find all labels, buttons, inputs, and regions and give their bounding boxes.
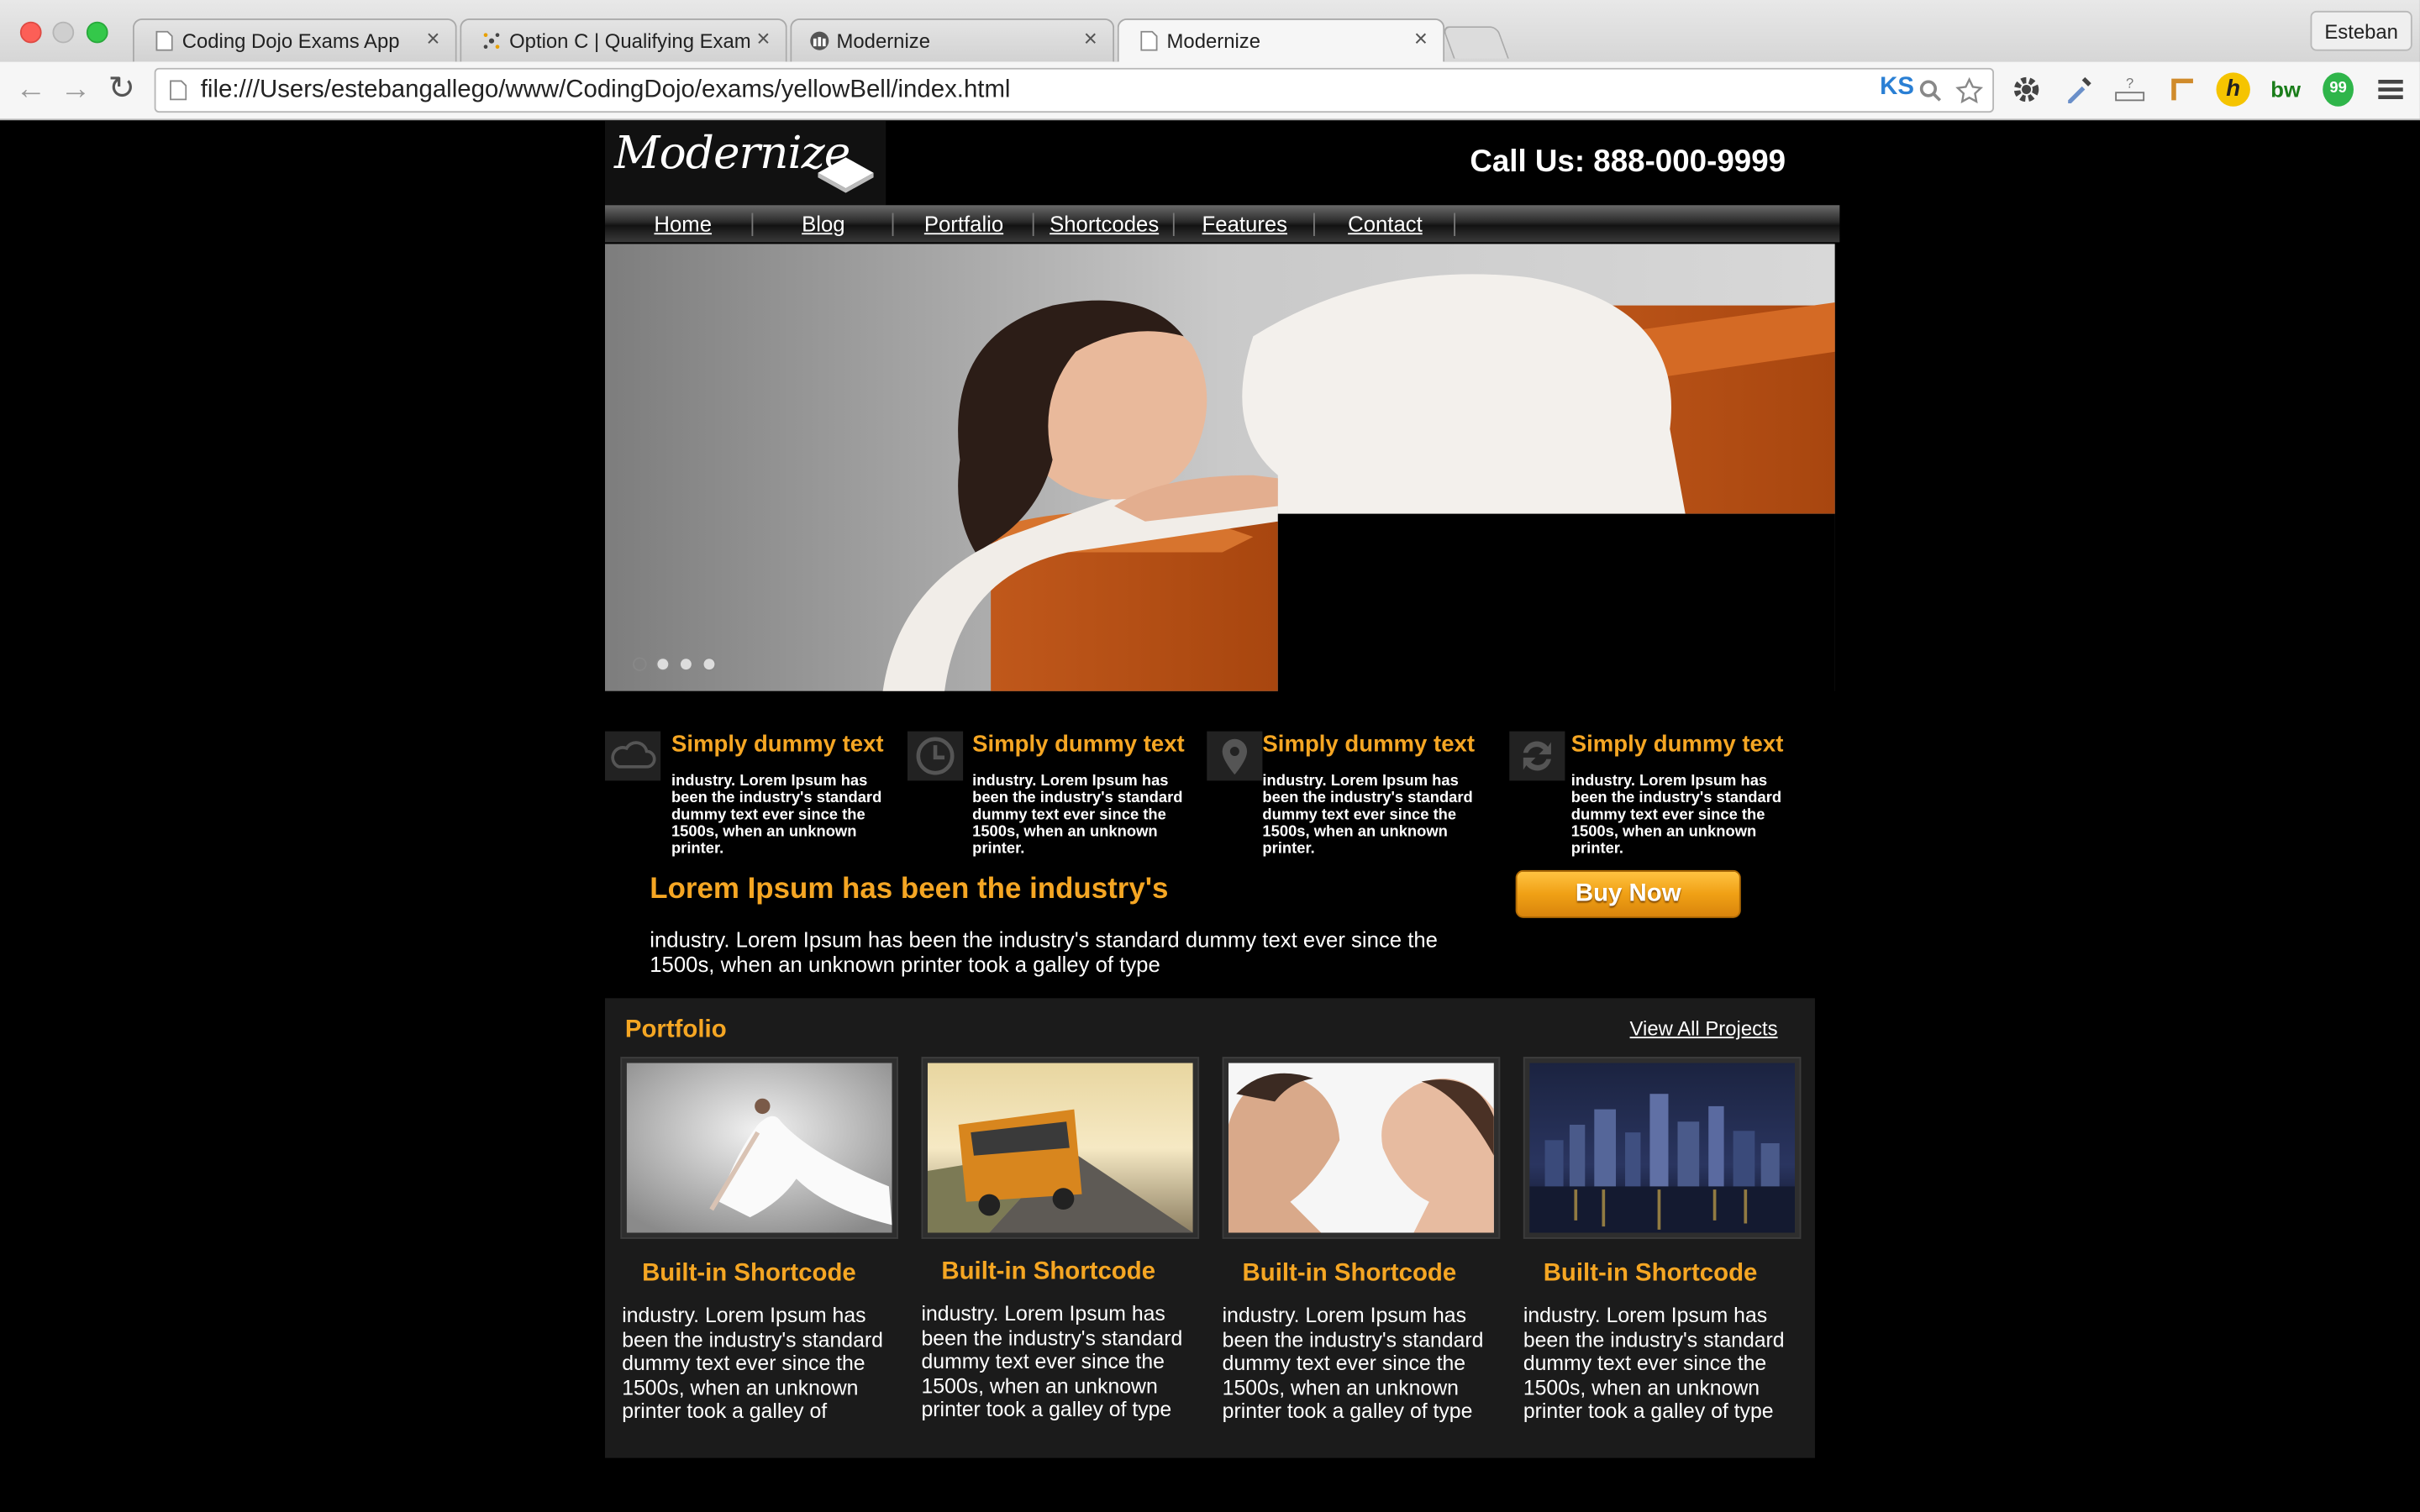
promo-headline: Lorem Ipsum has been the industry's (650, 873, 1169, 906)
browser-tab-active[interactable]: Modernize × (1117, 18, 1445, 62)
portfolio-caption: Built-in Shortcode (1543, 1260, 1758, 1287)
browser-tab[interactable]: Modernize × (790, 18, 1115, 62)
portfolio-caption: Built-in Shortcode (941, 1258, 1156, 1285)
site-logo[interactable]: Modernize (604, 120, 886, 206)
forward-button[interactable]: → (60, 74, 92, 105)
bookmark-star-icon[interactable] (1955, 76, 1984, 105)
portfolio-thumbnail[interactable] (921, 1057, 1200, 1239)
feature-text: industry. Lorem Ipsum has been the indus… (972, 773, 1183, 858)
browser-tab[interactable]: Option C | Qualifying Exam × (460, 18, 787, 62)
slider-dot[interactable] (679, 657, 693, 671)
slider-dot[interactable] (633, 657, 647, 671)
slider-dot[interactable] (702, 657, 717, 671)
nav-home[interactable]: Home (613, 212, 753, 236)
browser-toolbar: ← → ↻ file:///Users/estebangallego/www/C… (0, 61, 2420, 121)
minimize-window-button[interactable] (52, 21, 75, 44)
browser-titlebar: Coding Dojo Exams App × Option C | Quali… (0, 0, 2420, 62)
tab-title: Coding Dojo Exams App (182, 29, 400, 53)
site-logo-icon (810, 31, 829, 50)
portfolio-text: industry. Lorem Ipsum has been the indus… (1523, 1304, 1785, 1423)
portfolio-caption: Built-in Shortcode (642, 1260, 856, 1287)
url-text: file:///Users/estebangallego/www/CodingD… (200, 76, 1011, 104)
nav-portfolio[interactable]: Portfalio (893, 212, 1034, 236)
nav-divider (1454, 213, 1456, 237)
tab-close-icon[interactable]: × (426, 26, 439, 52)
hypothesis-icon[interactable]: h (2216, 72, 2250, 107)
settings-gear-icon[interactable] (2009, 72, 2043, 106)
view-all-projects-link[interactable]: View All Projects (1630, 1016, 1778, 1040)
page-icon (1140, 30, 1158, 51)
profile-button[interactable]: Esteban (2310, 10, 2412, 51)
svg-text:?: ? (2126, 76, 2133, 92)
close-window-button[interactable] (19, 21, 42, 44)
portfolio-text: industry. Lorem Ipsum has been the indus… (622, 1304, 883, 1423)
dojo-icon (483, 33, 500, 49)
new-tab-button[interactable] (1441, 26, 1509, 59)
city-night-photo (1529, 1063, 1796, 1233)
web-page: Modernize Call Us: 888-000-9999 Home Blo… (0, 120, 2420, 1512)
tab-close-icon[interactable]: × (1084, 26, 1097, 52)
page-icon (170, 80, 187, 101)
hero-overlay-block (1277, 513, 1835, 693)
tab-close-icon[interactable]: × (756, 26, 770, 52)
refresh-icon (1509, 731, 1565, 781)
eyedropper-icon[interactable] (2062, 72, 2096, 106)
location-pin-icon (1207, 731, 1263, 781)
tab-title: Modernize (1166, 29, 1261, 53)
portfolio-thumbnail[interactable] (1523, 1057, 1802, 1239)
search-icon[interactable] (1918, 79, 1943, 103)
browser-tab[interactable]: Coding Dojo Exams App × (132, 18, 457, 62)
feature-text: industry. Lorem Ipsum has been the indus… (1570, 773, 1782, 858)
hangouts-icon[interactable]: 99 (2323, 72, 2354, 107)
buy-now-button[interactable]: Buy Now (1515, 869, 1741, 918)
bw-extension-icon[interactable]: bw (2265, 72, 2306, 106)
portfolio-thumbnail[interactable] (1222, 1057, 1501, 1239)
promo-text: industry. Lorem Ipsum has been the indus… (650, 927, 1439, 977)
tab-close-icon[interactable]: × (1414, 26, 1428, 52)
portfolio-title: Portfolio (624, 1016, 727, 1043)
main-navigation: Home Blog Portfalio Shortcodes Features … (604, 205, 1840, 243)
zoom-window-button[interactable] (86, 21, 108, 44)
portfolio-text: industry. Lorem Ipsum has been the indus… (921, 1302, 1183, 1421)
nav-contact[interactable]: Contact (1315, 212, 1455, 236)
tab-title: Option C | Qualifying Exam (509, 29, 750, 53)
page-icon (155, 30, 173, 51)
feature-title: Simply dummy text (671, 731, 884, 758)
portfolio-text: industry. Lorem Ipsum has been the indus… (1222, 1304, 1484, 1423)
feature-text: industry. Lorem Ipsum has been the indus… (671, 773, 882, 858)
clock-icon (907, 731, 964, 781)
tab-title: Modernize (836, 29, 930, 53)
bus-photo (927, 1063, 1193, 1233)
nav-features[interactable]: Features (1175, 212, 1315, 236)
back-button[interactable]: ← (15, 74, 46, 105)
feature-title: Simply dummy text (1570, 731, 1784, 758)
dancer-photo (626, 1063, 892, 1233)
reload-button[interactable]: ↻ (108, 72, 135, 105)
slider-dot[interactable] (655, 657, 671, 671)
ruler-icon[interactable]: ? (2112, 72, 2146, 106)
nav-blog[interactable]: Blog (753, 212, 893, 236)
nav-shortcodes[interactable]: Shortcodes (1034, 212, 1175, 236)
couple-photo (1228, 1063, 1494, 1233)
call-us-phone: Call Us: 888-000-9999 (1470, 144, 1786, 180)
ks-extension-icon[interactable]: KS (1880, 74, 1914, 102)
portfolio-thumbnail[interactable] (620, 1057, 898, 1239)
feature-title: Simply dummy text (1262, 731, 1476, 758)
portfolio-caption: Built-in Shortcode (1242, 1260, 1457, 1287)
address-bar[interactable]: file:///Users/estebangallego/www/CodingD… (154, 67, 1995, 113)
cloud-icon (604, 731, 661, 781)
dimensions-icon[interactable] (2165, 72, 2199, 106)
diamond-logo-icon (818, 157, 874, 193)
feature-title: Simply dummy text (972, 731, 1185, 758)
feature-text: industry. Lorem Ipsum has been the indus… (1262, 773, 1473, 858)
portfolio-section: Portfolio View All Projects Built-in Sho… (604, 998, 1815, 1458)
menu-icon[interactable] (2374, 72, 2407, 106)
